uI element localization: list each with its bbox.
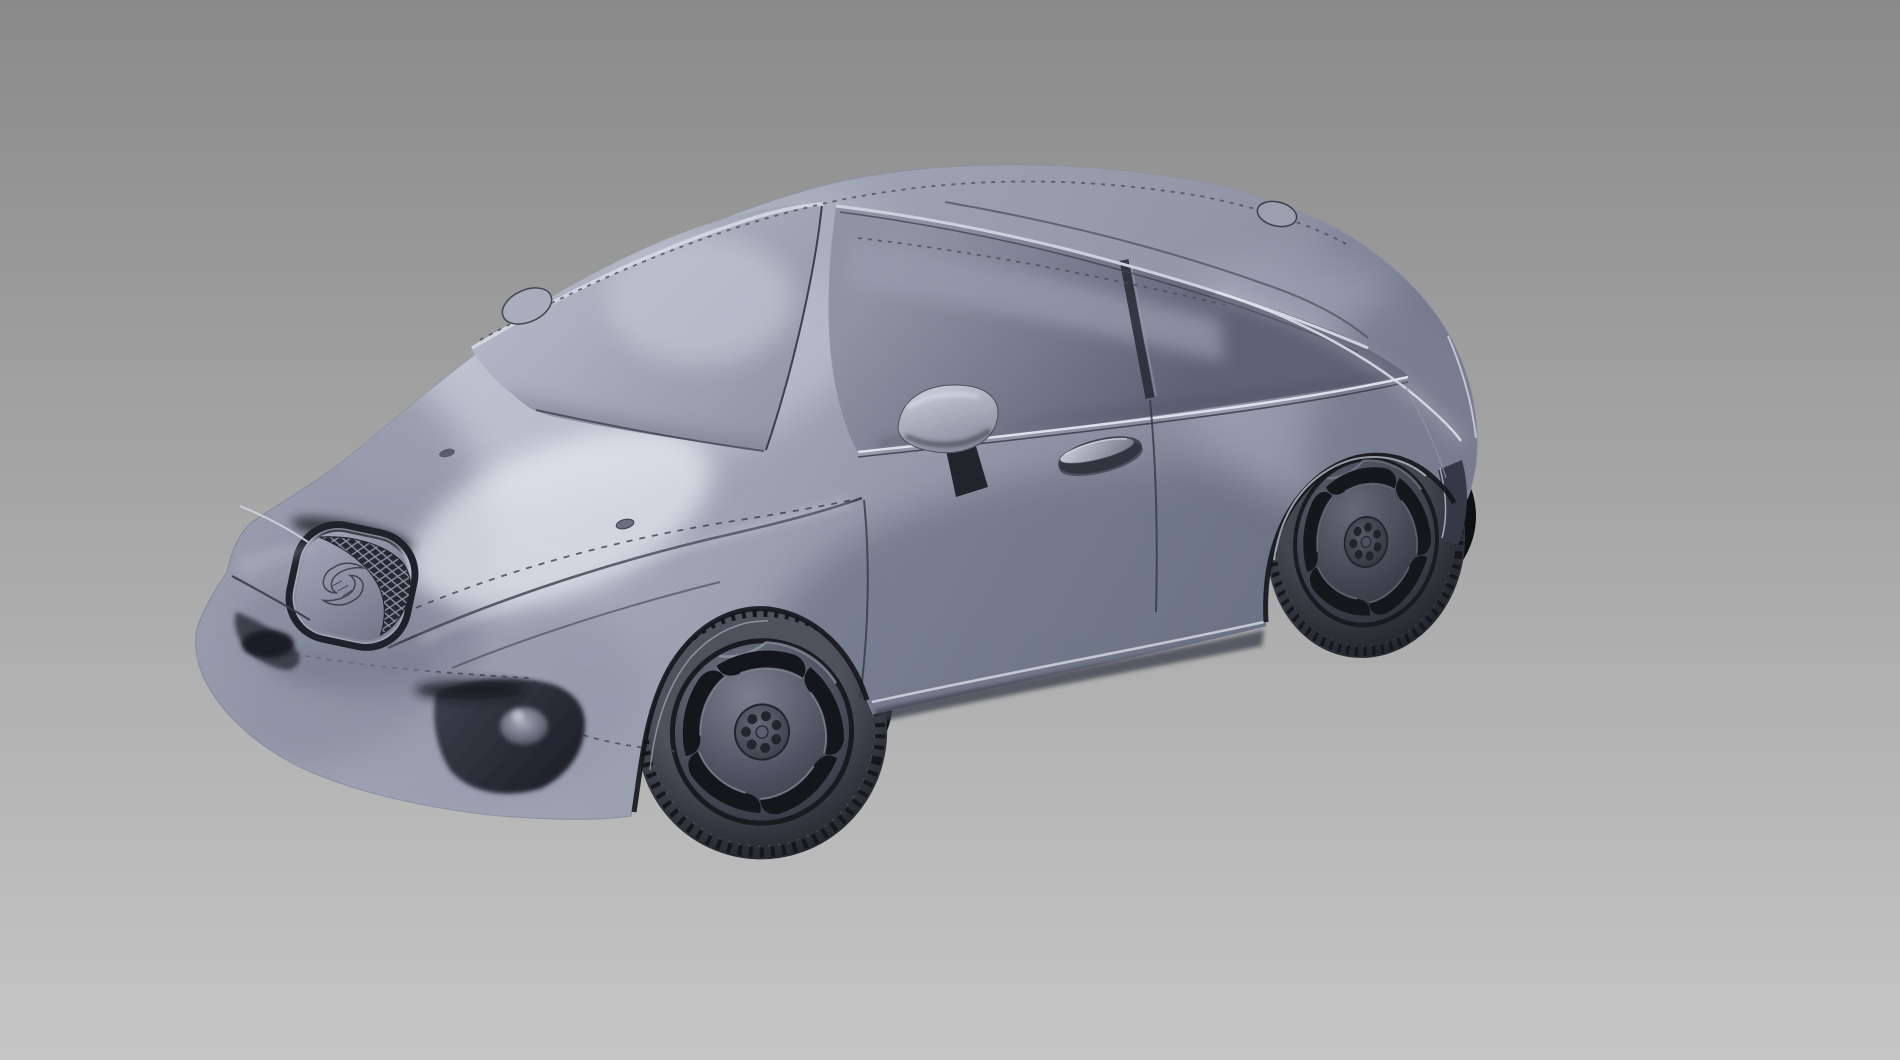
intake-lip-shadow: [415, 680, 525, 700]
fog-lamp: [500, 707, 548, 745]
fog-lamp-highlight: [512, 710, 524, 722]
3d-viewport[interactable]: [0, 0, 1900, 1060]
car-render: [0, 0, 1900, 1060]
